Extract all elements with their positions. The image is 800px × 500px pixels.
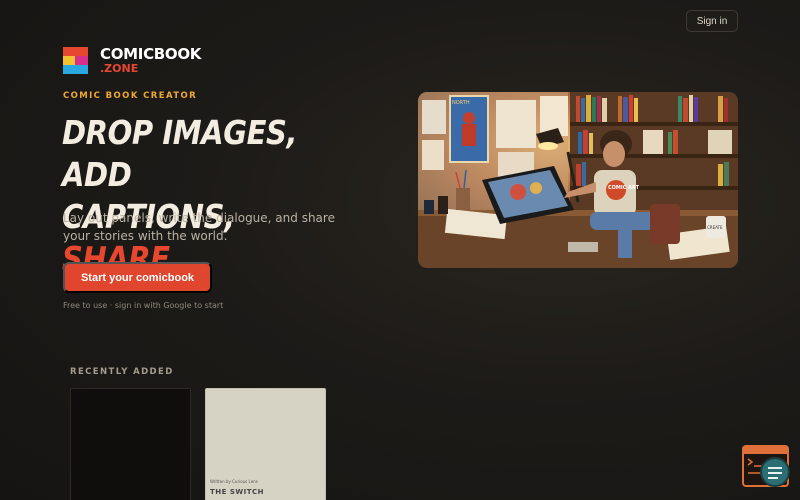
chat-bubble-icon[interactable]	[760, 457, 790, 487]
hero-headline: DROP IMAGES, ADD CAPTIONS, SHARE.	[62, 113, 298, 278]
svg-text:NORTH: NORTH	[452, 100, 470, 106]
recently-added-label: RECENTLY ADDED	[70, 367, 174, 377]
brand-domain: .ZONE	[100, 62, 139, 75]
start-comicbook-button[interactable]: Start your comicbook	[63, 262, 212, 293]
card-caption: Written by Curious Lens	[210, 479, 258, 484]
hero-eyebrow: COMIC BOOK CREATOR	[63, 91, 198, 101]
chat-lines-icon	[768, 467, 782, 479]
svg-text:CREATE: CREATE	[707, 225, 723, 230]
comic-card[interactable]: Written by Curious Lens THE SWITCH	[205, 388, 326, 500]
hero-note: Free to use · sign in with Google to sta…	[63, 301, 224, 310]
brand-logo[interactable]: COMICBOOK .ZONE	[63, 47, 201, 74]
comic-card[interactable]	[70, 388, 191, 500]
brand-name: COMICBOOK	[100, 45, 202, 63]
card-title: THE SWITCH	[210, 488, 264, 496]
comic-artist-illustration: NORTH COMIC ART CREATE	[418, 92, 738, 268]
hero-subtitle: Lay out panels, write the dialogue, and …	[63, 211, 335, 243]
svg-text:COMIC ART: COMIC ART	[608, 185, 640, 191]
sign-in-button[interactable]: Sign in	[686, 10, 738, 32]
logo-icon	[63, 47, 88, 74]
hero-illustration: NORTH COMIC ART CREATE	[418, 92, 738, 268]
